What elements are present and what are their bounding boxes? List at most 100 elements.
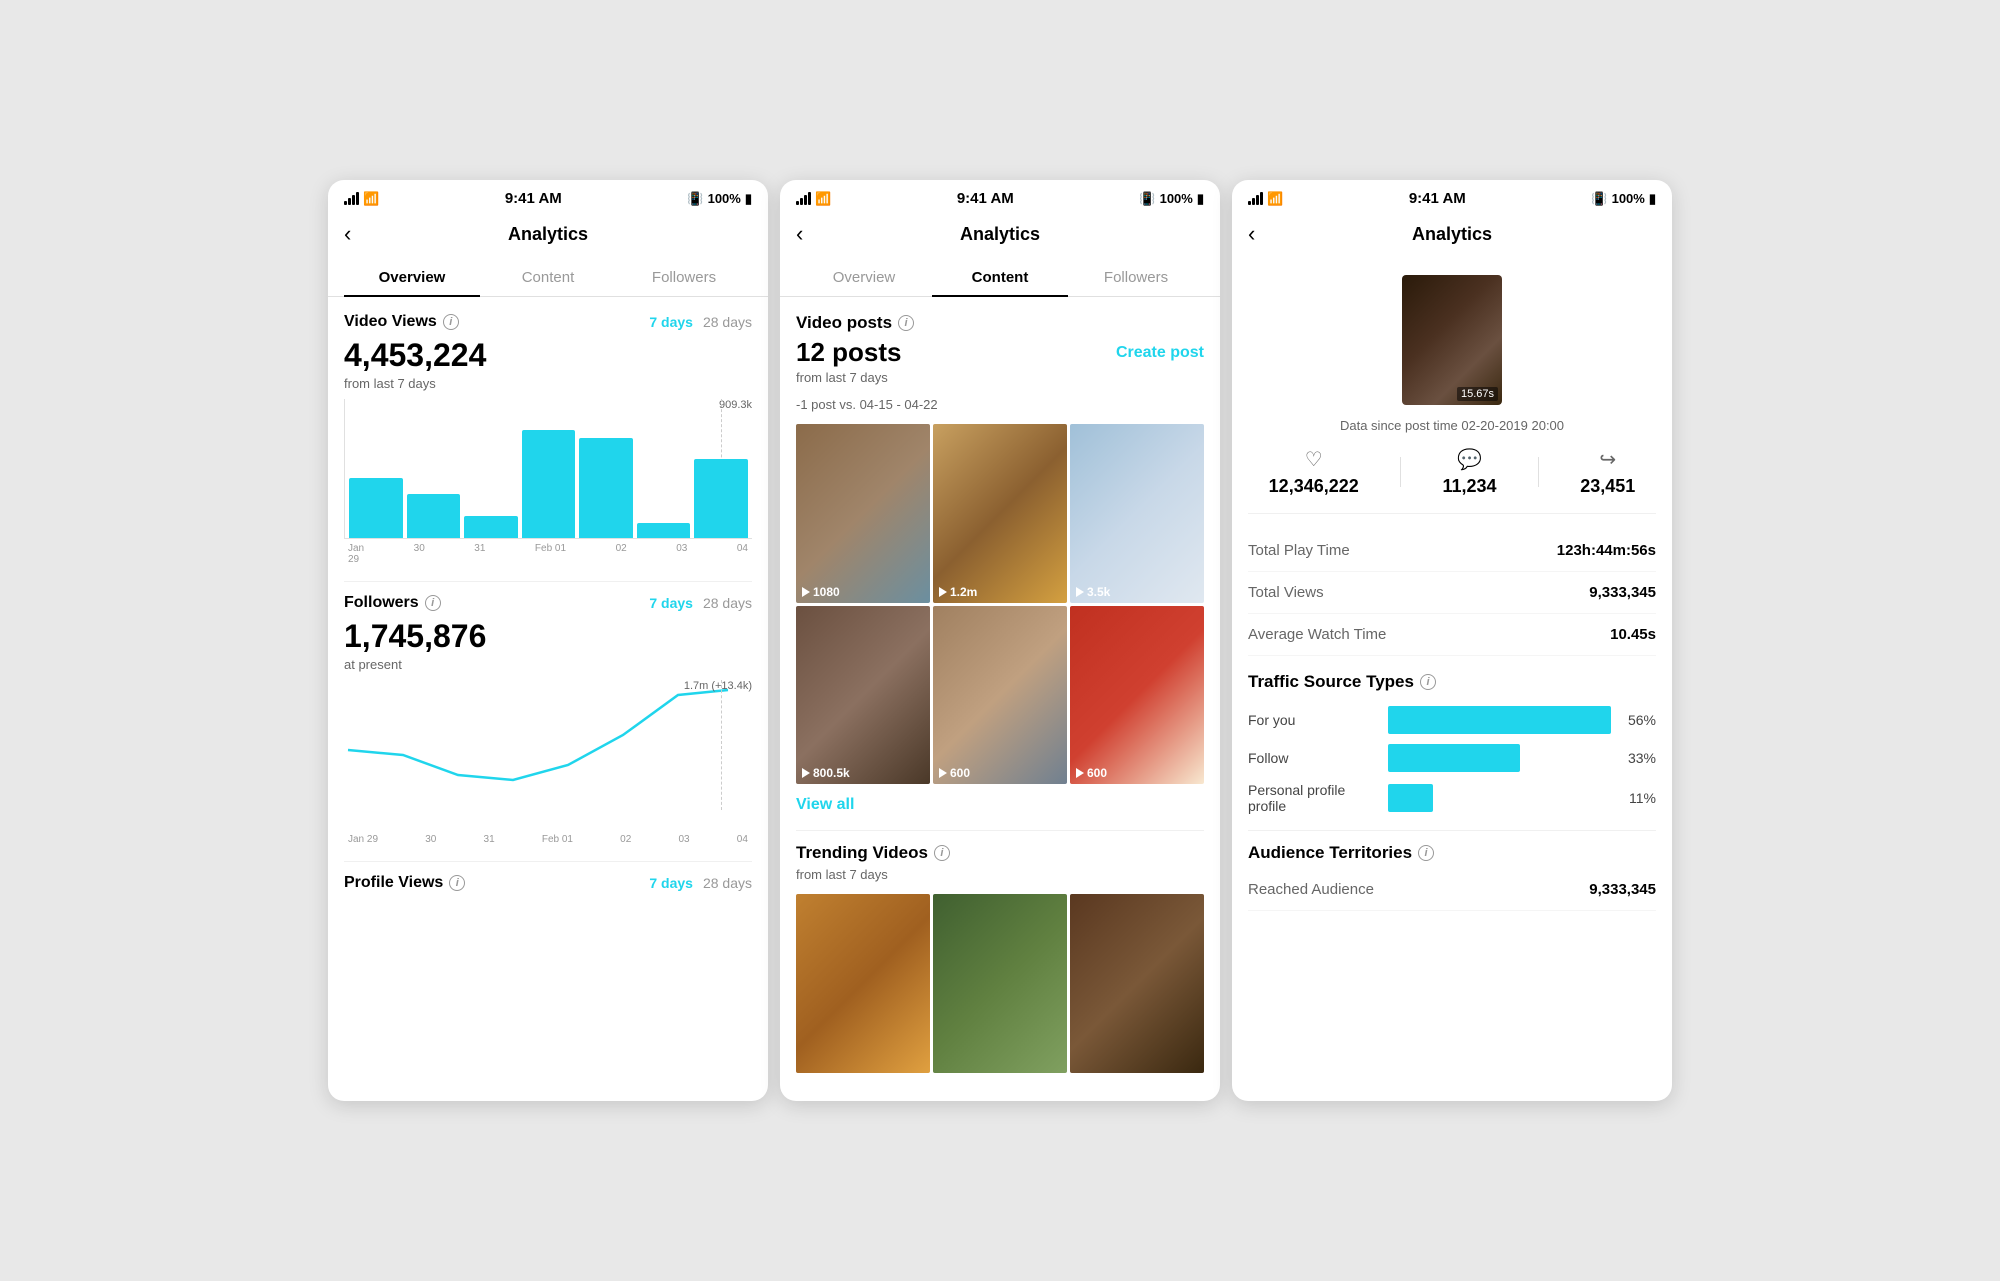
back-button-2[interactable]: ‹	[796, 221, 826, 247]
play-icon-4	[802, 768, 810, 778]
video-views-chart: 909.3k	[344, 399, 752, 539]
status-left-3: 📶	[1248, 191, 1283, 207]
tab-overview-1[interactable]: Overview	[344, 259, 480, 296]
video-thumb-4[interactable]: 800.5k	[796, 606, 930, 785]
trending-thumb-3[interactable]	[1070, 894, 1204, 1073]
bar-1	[349, 478, 403, 538]
screen2-content: Video posts i 12 posts Create post from …	[780, 297, 1220, 1101]
tab-followers-2[interactable]: Followers	[1068, 259, 1204, 296]
trending-thumb-1[interactable]	[796, 894, 930, 1073]
battery-pct-1: 100%	[708, 191, 741, 206]
status-time-1: 9:41 AM	[505, 190, 562, 207]
video-thumb-1[interactable]: 1080	[796, 424, 930, 603]
status-time-2: 9:41 AM	[957, 190, 1014, 207]
back-button-1[interactable]: ‹	[344, 221, 374, 247]
followers-info-icon[interactable]: i	[425, 595, 441, 611]
share-icon: ↪	[1580, 447, 1635, 472]
comments-count: 11,234	[1442, 476, 1496, 497]
traffic-for-you-bar	[1388, 706, 1611, 734]
video-thumb-2[interactable]: 1.2m	[933, 424, 1067, 603]
profile-views-title: Profile Views i	[344, 874, 465, 892]
status-right-1: 📳 100% ▮	[687, 191, 752, 207]
play-icon-3	[1076, 587, 1084, 597]
play-icon-6	[1076, 768, 1084, 778]
status-bar-1: 📶 9:41 AM 📳 100% ▮	[328, 180, 768, 213]
bluetooth-icon-3: 📳	[1591, 191, 1607, 207]
video-views-filters: 7 days 28 days	[649, 314, 752, 330]
followers-max-label: 1.7m (+13.4k)	[684, 680, 752, 692]
data-since-text: Data since post time 02-20-2019 20:00	[1248, 418, 1656, 433]
metric-watch-time: Average Watch Time 10.45s	[1248, 614, 1656, 656]
traffic-follow-bar-container	[1388, 744, 1611, 772]
filter-28days-profile[interactable]: 28 days	[703, 875, 752, 891]
tab-content-2[interactable]: Content	[932, 259, 1068, 296]
tab-overview-2[interactable]: Overview	[796, 259, 932, 296]
signal-icon-3	[1248, 192, 1263, 205]
metrics-list: Total Play Time 123h:44m:56s Total Views…	[1248, 530, 1656, 656]
profile-views-info-icon[interactable]: i	[449, 875, 465, 891]
tabs-2: Overview Content Followers	[780, 259, 1220, 297]
video-thumb-5[interactable]: 600	[933, 606, 1067, 785]
video-views-title: Video Views i	[344, 313, 459, 331]
audience-info-icon[interactable]: i	[1418, 845, 1434, 861]
screen-detail: 📶 9:41 AM 📳 100% ▮ ‹ Analytics 15.67s Da…	[1232, 180, 1672, 1101]
play-icon-1	[802, 587, 810, 597]
tab-followers-1[interactable]: Followers	[616, 259, 752, 296]
video-posts-info[interactable]: i	[898, 315, 914, 331]
divider-3	[796, 830, 1204, 831]
video-thumb-3[interactable]: 3.5k	[1070, 424, 1204, 603]
video-views-sub: from last 7 days	[344, 376, 752, 391]
nav-bar-2: ‹ Analytics	[780, 213, 1220, 259]
status-left-1: 📶	[344, 191, 379, 207]
signal-icon	[344, 192, 359, 205]
trending-info[interactable]: i	[934, 845, 950, 861]
video-count-4: 800.5k	[802, 766, 850, 780]
traffic-personal: Personal profileprofile 11%	[1248, 782, 1656, 814]
screen-overview: 📶 9:41 AM 📳 100% ▮ ‹ Analytics Overview …	[328, 180, 768, 1101]
views-value: 9,333,345	[1589, 584, 1656, 601]
posts-count: 12 posts	[796, 337, 902, 368]
followers-chart: 1.7m (+13.4k)	[344, 680, 752, 830]
video-views-info-icon[interactable]: i	[443, 314, 459, 330]
trending-thumb-2[interactable]	[933, 894, 1067, 1073]
traffic-personal-label: Personal profileprofile	[1248, 782, 1378, 814]
create-post-button[interactable]: Create post	[1116, 344, 1204, 362]
traffic-for-you-label: For you	[1248, 712, 1378, 728]
divider-1	[344, 581, 752, 582]
tab-content-1[interactable]: Content	[480, 259, 616, 296]
video-thumb-6[interactable]: 600	[1070, 606, 1204, 785]
back-button-3[interactable]: ‹	[1248, 221, 1278, 247]
comment-icon: 💬	[1442, 447, 1496, 472]
view-all-button[interactable]: View all	[796, 796, 1204, 814]
posts-sub-2: -1 post vs. 04-15 - 04-22	[796, 397, 1204, 412]
bluetooth-icon-2: 📳	[1139, 191, 1155, 207]
likes-count: 12,346,222	[1269, 476, 1359, 497]
followers-sub: at present	[344, 657, 752, 672]
profile-views-header: Profile Views i 7 days 28 days	[344, 874, 752, 892]
traffic-follow-label: Follow	[1248, 750, 1378, 766]
nav-title-3: Analytics	[1412, 224, 1492, 245]
filter-7days-followers[interactable]: 7 days	[649, 595, 693, 611]
stat-divider-1	[1400, 457, 1401, 487]
status-right-2: 📳 100% ▮	[1139, 191, 1204, 207]
followers-filters: 7 days 28 days	[649, 595, 752, 611]
bar-6	[637, 523, 691, 538]
reached-audience-row: Reached Audience 9,333,345	[1248, 869, 1656, 911]
battery-icon-1: ▮	[745, 191, 752, 207]
posts-sub-1: from last 7 days	[796, 370, 1204, 385]
video-detail-thumbnail: 15.67s	[1248, 275, 1656, 410]
nav-title-2: Analytics	[960, 224, 1040, 245]
traffic-personal-bar-container	[1388, 784, 1611, 812]
likes-stat: ♡ 12,346,222	[1269, 447, 1359, 497]
traffic-follow-pct: 33%	[1621, 750, 1656, 766]
filter-7days-views[interactable]: 7 days	[649, 314, 693, 330]
traffic-info-icon[interactable]: i	[1420, 674, 1436, 690]
audience-title: Audience Territories i	[1248, 843, 1656, 863]
bar-3	[464, 516, 518, 538]
video-count-1: 1080	[802, 585, 840, 599]
video-views-number: 4,453,224	[344, 337, 752, 374]
trending-grid	[796, 894, 1204, 1073]
filter-7days-profile[interactable]: 7 days	[649, 875, 693, 891]
filter-28days-followers[interactable]: 28 days	[703, 595, 752, 611]
filter-28days-views[interactable]: 28 days	[703, 314, 752, 330]
